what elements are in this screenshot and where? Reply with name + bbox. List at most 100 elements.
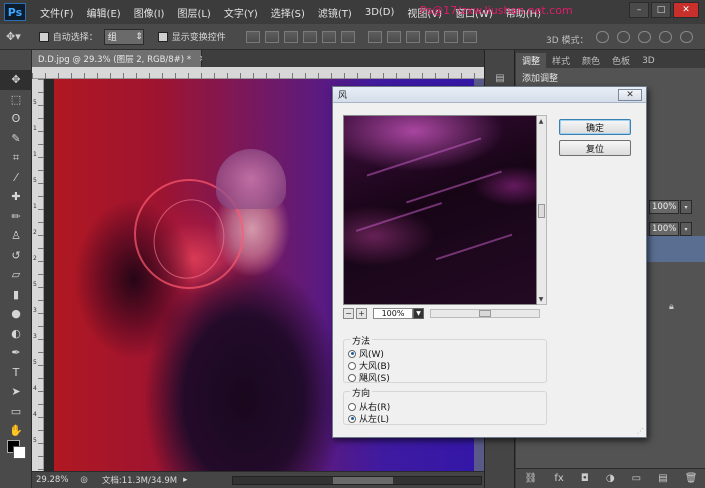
menu-filter[interactable]: 滤镜(T) <box>318 5 352 20</box>
radio-button[interactable] <box>348 402 356 411</box>
radio-button[interactable] <box>348 373 356 382</box>
path-select-tool-icon[interactable]: ➤ <box>0 382 32 402</box>
horizontal-scrollbar[interactable] <box>232 476 482 485</box>
distribute-vcenter-icon[interactable] <box>386 30 401 43</box>
menu-type[interactable]: 文字(Y) <box>224 5 258 20</box>
preview-horizontal-scrollbar[interactable] <box>430 308 540 318</box>
menu-layer[interactable]: 图层(L) <box>177 5 210 20</box>
document-tab[interactable]: D.D.jpg @ 29.3% (图层 2, RGB/8#) * × <box>32 50 206 67</box>
scroll-down-icon[interactable]: ▼ <box>537 294 545 304</box>
preview-vertical-scrollbar[interactable]: ▲ ▼ <box>537 115 547 305</box>
auto-select-checkbox[interactable] <box>38 31 49 42</box>
brush-tool-icon[interactable]: ✏ <box>0 207 32 227</box>
minimize-button[interactable]: – <box>629 2 649 18</box>
align-top-icon[interactable] <box>245 30 260 43</box>
filter-preview[interactable] <box>343 115 537 305</box>
chevron-down-icon[interactable]: ▼ <box>413 307 424 319</box>
fill-field[interactable]: 100% <box>649 222 679 236</box>
distribute-top-icon[interactable] <box>367 30 382 43</box>
tab-styles[interactable]: 样式 <box>546 53 576 68</box>
align-left-icon[interactable] <box>302 30 317 43</box>
tab-adjustments[interactable]: 调整 <box>516 53 547 68</box>
menu-edit[interactable]: 编辑(E) <box>87 5 121 20</box>
radio-button[interactable] <box>348 361 356 370</box>
zoom-in-button[interactable]: + <box>356 307 367 319</box>
distribute-right-icon[interactable] <box>462 30 477 43</box>
chevron-down-icon[interactable]: ▾ <box>680 200 692 214</box>
crop-tool-icon[interactable]: ⌗ <box>0 148 32 168</box>
chevron-down-icon[interactable]: ▾ <box>680 222 692 236</box>
dialog-titlebar[interactable]: 风 <box>333 87 646 103</box>
link-layers-icon[interactable]: ⛓ <box>525 473 538 484</box>
history-panel-icon[interactable]: ▤ <box>485 68 515 88</box>
close-window-button[interactable]: ✕ <box>673 2 699 18</box>
drag-3d-icon[interactable] <box>638 31 652 43</box>
pen-tool-icon[interactable]: ✒ <box>0 343 32 363</box>
layer-style-icon[interactable]: fx <box>554 473 563 484</box>
background-color-swatch[interactable] <box>13 446 26 459</box>
menu-file[interactable]: 文件(F) <box>40 5 74 20</box>
menu-image[interactable]: 图像(I) <box>134 5 165 20</box>
new-layer-icon[interactable]: ▤ <box>658 473 667 484</box>
slide-3d-icon[interactable] <box>659 31 673 43</box>
auto-select-dropdown[interactable]: 组 ⇕ <box>103 28 144 45</box>
dodge-tool-icon[interactable]: ◐ <box>0 324 32 344</box>
clone-stamp-tool-icon[interactable]: ♙ <box>0 226 32 246</box>
ok-button[interactable]: 确定 <box>559 119 631 135</box>
tab-swatches[interactable]: 色板 <box>606 53 636 68</box>
align-right-icon[interactable] <box>340 30 355 43</box>
scrollbar-thumb[interactable] <box>333 477 393 484</box>
status-menu-icon[interactable]: ▸ <box>183 475 187 485</box>
layer-mask-icon[interactable]: ◘ <box>581 473 589 484</box>
resize-grip-icon[interactable]: ⋰ <box>637 427 644 435</box>
distribute-hcenter-icon[interactable] <box>443 30 458 43</box>
menu-select[interactable]: 选择(S) <box>271 5 305 20</box>
tab-color[interactable]: 颜色 <box>576 53 606 68</box>
new-group-icon[interactable]: ▭ <box>632 473 641 484</box>
history-brush-tool-icon[interactable]: ↺ <box>0 246 32 266</box>
align-vcenter-icon[interactable] <box>264 30 279 43</box>
preview-zoom-field[interactable]: 100% <box>373 307 413 319</box>
type-tool-icon[interactable]: T <box>0 363 32 383</box>
eyedropper-tool-icon[interactable]: ⁄ <box>0 168 32 188</box>
zoom-out-button[interactable]: − <box>343 307 354 319</box>
blur-tool-icon[interactable]: ● <box>0 304 32 324</box>
direction-left-option[interactable]: 从左(L) <box>348 412 389 425</box>
zoom-level[interactable]: 29.28% <box>36 475 68 485</box>
tab-3d[interactable]: 3D <box>636 53 661 68</box>
scrollbar-thumb[interactable] <box>538 204 545 218</box>
roll-3d-icon[interactable] <box>617 31 631 43</box>
marquee-tool-icon[interactable]: ⬚ <box>0 90 32 110</box>
rotate-3d-icon[interactable] <box>596 31 610 43</box>
quick-select-tool-icon[interactable]: ✎ <box>0 129 32 149</box>
trash-icon[interactable]: 🗑︎ <box>685 473 698 484</box>
adjustment-layer-icon[interactable]: ◑ <box>606 473 615 484</box>
radio-button[interactable] <box>348 349 356 358</box>
healing-brush-tool-icon[interactable]: ✚ <box>0 187 32 207</box>
maximize-button[interactable]: □ <box>651 2 671 18</box>
show-transform-checkbox[interactable] <box>157 31 168 42</box>
layer-row-selected[interactable] <box>645 236 705 262</box>
align-bottom-icon[interactable] <box>283 30 298 43</box>
document-size: 文档:11.3M/34.9M <box>101 476 178 486</box>
scale-3d-icon[interactable] <box>679 31 693 43</box>
gradient-tool-icon[interactable]: ▮ <box>0 285 32 305</box>
eraser-tool-icon[interactable]: ▱ <box>0 265 32 285</box>
distribute-bottom-icon[interactable] <box>405 30 420 43</box>
move-tool-icon[interactable]: ✥▾ <box>6 30 21 43</box>
status-info-icon[interactable]: ◎ <box>80 475 87 485</box>
shape-tool-icon[interactable]: ▭ <box>0 402 32 422</box>
scroll-up-icon[interactable]: ▲ <box>537 116 545 126</box>
method-stagger-option[interactable]: 飓风(S) <box>348 371 390 384</box>
lasso-tool-icon[interactable]: ʘ <box>0 109 32 129</box>
scrollbar-thumb[interactable] <box>479 309 491 317</box>
reset-button[interactable]: 复位 <box>559 140 631 156</box>
radio-button[interactable] <box>348 414 356 423</box>
dialog-close-button[interactable]: ✕ <box>618 89 642 101</box>
distribute-left-icon[interactable] <box>424 30 439 43</box>
opacity-field[interactable]: 100% <box>649 200 679 214</box>
menu-3d[interactable]: 3D(D) <box>365 7 395 18</box>
align-hcenter-icon[interactable] <box>321 30 336 43</box>
move-tool-icon[interactable]: ✥ <box>0 70 32 90</box>
hand-tool-icon[interactable]: ✋ <box>0 421 32 441</box>
